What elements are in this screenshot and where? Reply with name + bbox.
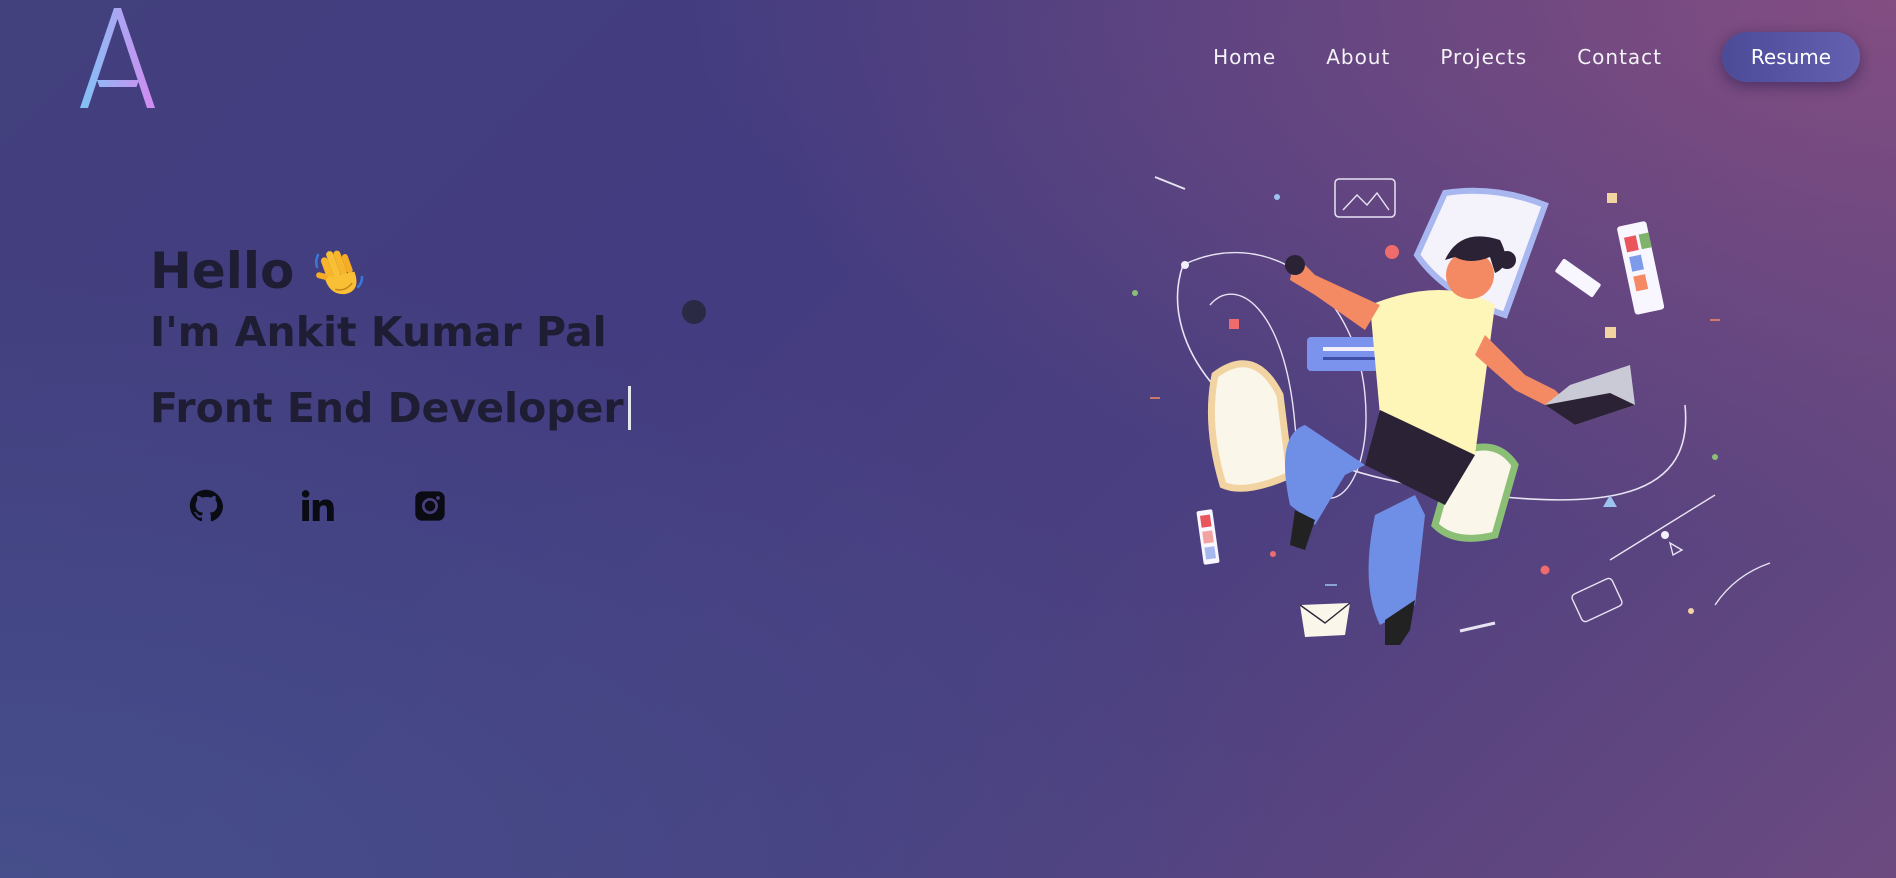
nav-contact[interactable]: Contact [1577, 45, 1662, 69]
hero-name: I'm Ankit Kumar Pal [150, 308, 607, 356]
hero-greeting: Hello [150, 242, 295, 300]
hero-greeting-row: Hello [150, 240, 631, 302]
decorative-dot [682, 300, 706, 324]
nav-about[interactable]: About [1326, 45, 1390, 69]
hero-role: Front End Developer [150, 384, 624, 432]
logo-letter: A [72, 4, 73, 5]
typing-cursor [627, 386, 631, 430]
waving-hand-icon [315, 250, 364, 295]
logo-icon[interactable]: A [72, 4, 162, 110]
linkedin-icon [301, 490, 334, 521]
top-nav: Home About Projects Contact Resume [1213, 32, 1860, 82]
instagram-link[interactable] [412, 488, 448, 524]
hero-section: Hello I'm Ankit Kumar Pal Front End Deve… [150, 240, 631, 524]
resume-button[interactable]: Resume [1722, 32, 1860, 82]
hero-role-line: Front End Developer [150, 380, 631, 436]
nav-projects[interactable]: Projects [1440, 45, 1527, 69]
social-links [188, 488, 631, 524]
github-icon [189, 489, 223, 522]
linkedin-link[interactable] [300, 488, 336, 524]
developer-illustration [1132, 176, 1771, 645]
github-link[interactable] [188, 488, 224, 524]
instagram-icon [415, 491, 445, 521]
nav-home[interactable]: Home [1213, 45, 1276, 69]
